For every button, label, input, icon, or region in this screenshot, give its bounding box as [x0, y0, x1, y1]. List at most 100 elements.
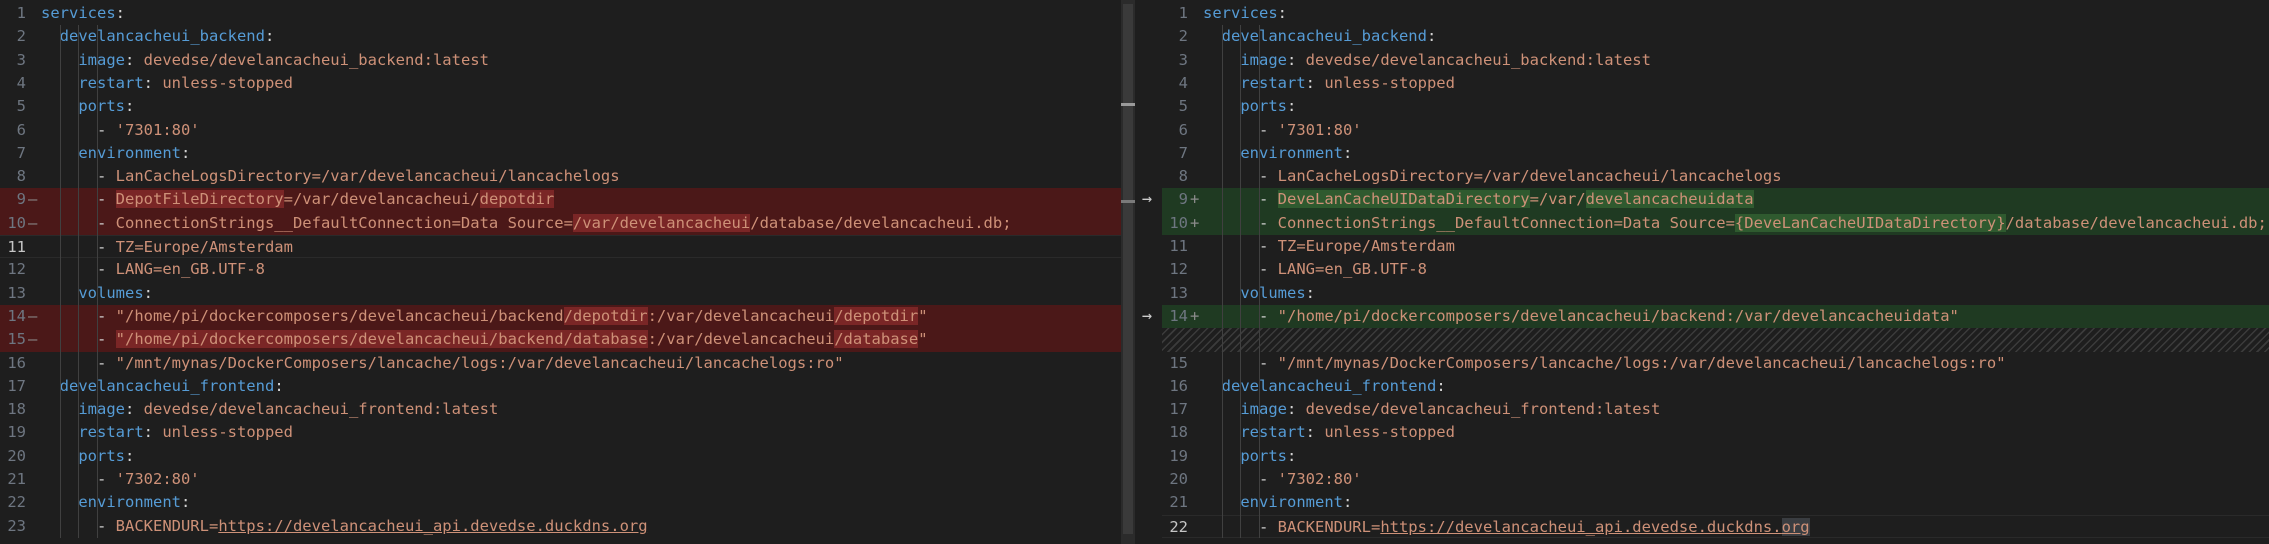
code-token: services — [1203, 4, 1278, 22]
code-text: - "/mnt/mynas/DockerComposers/lancache/l… — [1203, 352, 2006, 375]
code-text: develancacheui_backend: — [1203, 25, 1437, 48]
code-token: : — [264, 27, 275, 46]
code-line[interactable]: 22 - BACKENDURL=https://develancacheui_a… — [1162, 514, 2269, 538]
code-line[interactable]: 7 environment: — [1162, 142, 2269, 165]
line-number: 20 — [1169, 470, 1188, 489]
code-line[interactable]: 21 - '7302:80' — [0, 468, 1121, 491]
code-line[interactable]: 15— - "/home/pi/dockercomposers/develanc… — [0, 328, 1121, 352]
code-line[interactable]: 16 - "/mnt/mynas/DockerComposers/lancach… — [0, 352, 1121, 375]
code-line[interactable]: 8 - LanCacheLogsDirectory=/var/develanca… — [1162, 165, 2269, 188]
diff-placeholder-row[interactable] — [1162, 328, 2269, 352]
code-line[interactable]: 17 develancacheui_frontend: — [0, 375, 1121, 398]
code-token: : — [1305, 283, 1315, 302]
code-line[interactable]: 21 environment: — [1162, 491, 2269, 514]
code-line[interactable]: 10— - ConnectionStrings__DefaultConnecti… — [0, 211, 1121, 236]
code-line[interactable]: 4 restart: unless-stopped — [0, 72, 1121, 95]
code-text: - LanCacheLogsDirectory=/var/develancach… — [41, 165, 620, 188]
code-line[interactable]: 1 services: — [0, 2, 1121, 25]
code-line[interactable]: 8 - LanCacheLogsDirectory=/var/develanca… — [0, 165, 1121, 188]
code-line[interactable]: 14 + - "/home/pi/dockercomposers/develanc… — [1162, 304, 2269, 329]
code-token: develancacheui_backend — [1221, 27, 1427, 46]
code-line[interactable]: 5 ports: — [1162, 95, 2269, 118]
code-line[interactable]: 18 restart: unless-stopped — [1162, 421, 2269, 444]
diff-modified-pane[interactable]: 1 services: 2 develancacheui_backend: 3 ima… — [1162, 0, 2269, 544]
code-token: image — [78, 400, 125, 419]
code-line[interactable]: 6 - '7301:80' — [0, 119, 1121, 142]
vertical-scrollbar-thumb[interactable] — [1123, 4, 1133, 534]
code-token: https://develancacheui_api.devedse.duckd… — [218, 516, 648, 535]
code-text: - ConnectionStrings__DefaultConnection=D… — [1203, 212, 2267, 235]
code-line[interactable]: 9— - DepotFileDirectory=/var/develancach… — [0, 188, 1121, 212]
code-line[interactable]: 14— - "/home/pi/dockercomposers/develanc… — [0, 304, 1121, 329]
code-token: devedse/develancacheui_backend:latest — [143, 50, 489, 69]
code-token: '7302:80' — [1277, 470, 1362, 489]
code-line[interactable]: 12 - LANG=en_GB.UTF-8 — [1162, 258, 2269, 281]
line-number: 11 — [1169, 237, 1188, 256]
code-line[interactable]: 2 develancacheui_backend: — [0, 25, 1121, 48]
diff-original-pane[interactable]: 1 services: 2 develancacheui_backend: 3 ima… — [0, 0, 1121, 544]
line-number: 22 — [1169, 517, 1188, 536]
code-token: : — [125, 50, 144, 69]
code-text: environment: — [1203, 491, 1352, 514]
code-line[interactable]: 11 - TZ=Europe/Amsterdam — [0, 235, 1121, 259]
code-line[interactable]: 11 - TZ=Europe/Amsterdam — [1162, 235, 2269, 258]
code-line[interactable]: 6 - '7301:80' — [1162, 119, 2269, 142]
code-token: ports — [1240, 97, 1287, 116]
line-number: 13 — [1169, 283, 1188, 302]
indent-guide — [97, 25, 99, 538]
code-token: : — [180, 143, 191, 162]
code-line[interactable]: 17 image: devedse/develancacheui_fronten… — [1162, 398, 2269, 421]
revert-change-arrow-icon[interactable]: → — [1135, 305, 1159, 328]
code-line[interactable]: 3 image: devedse/develancacheui_backend:… — [0, 49, 1121, 72]
code-text: - ConnectionStrings__DefaultConnection=D… — [41, 212, 1012, 235]
revert-change-arrow-icon[interactable]: → — [1135, 188, 1159, 211]
code-line[interactable]: 3 image: devedse/develancacheui_backend:… — [1162, 49, 2269, 72]
code-token: image — [1240, 50, 1287, 69]
code-line[interactable]: 2 develancacheui_backend: — [1162, 25, 2269, 48]
code-token: "/mnt/mynas/DockerComposers/lancache/log… — [1277, 353, 2006, 372]
code-line[interactable]: 7 environment: — [0, 142, 1121, 165]
code-token: unless-stopped — [162, 423, 293, 442]
code-line[interactable]: 20 - '7302:80' — [1162, 468, 2269, 491]
code-line[interactable]: 15 - "/mnt/mynas/DockerComposers/lancach… — [1162, 352, 2269, 375]
code-text: - LANG=en_GB.UTF-8 — [41, 258, 265, 281]
line-number: 6 — [16, 120, 26, 139]
code-token: : — [1287, 400, 1306, 419]
line-number: 19 — [1169, 446, 1188, 465]
code-line[interactable]: 20 ports: — [0, 445, 1121, 468]
code-line[interactable]: 19 restart: unless-stopped — [0, 421, 1121, 444]
code-line[interactable]: 19 ports: — [1162, 445, 2269, 468]
code-line[interactable]: 9 + - DeveLanCacheUIDataDirectory=/var/de… — [1162, 188, 2269, 212]
code-token: : — [1342, 143, 1353, 162]
code-line[interactable]: 16 develancacheui_frontend: — [1162, 375, 2269, 398]
line-number: 9 — [1178, 190, 1188, 209]
code-line[interactable]: 13 volumes: — [1162, 282, 2269, 305]
line-number: 2 — [16, 27, 26, 46]
code-token: : — [1287, 50, 1306, 69]
code-line[interactable]: 13 volumes: — [0, 282, 1121, 305]
code-token: : — [180, 493, 191, 512]
code-token: volumes — [1240, 283, 1306, 302]
code-line[interactable]: 23 - BACKENDURL=https://develancacheui_a… — [0, 515, 1121, 538]
code-line[interactable]: 1 services: — [1162, 2, 2269, 25]
code-token: develancacheui_backend — [59, 27, 265, 46]
code-token: {DeveLanCacheUIDataDirectory} — [1734, 213, 2006, 232]
code-line[interactable]: 22 environment: — [0, 491, 1121, 514]
line-number: 20 — [7, 446, 26, 465]
line-number: 22 — [7, 493, 26, 512]
code-token: LanCacheLogsDirectory=/var/develancacheu… — [1277, 167, 1782, 186]
code-line[interactable]: 12 - LANG=en_GB.UTF-8 — [0, 258, 1121, 281]
code-line[interactable]: 10 + - ConnectionStrings__DefaultConnecti… — [1162, 211, 2269, 236]
code-token: LANG=en_GB.UTF-8 — [115, 260, 265, 279]
code-line[interactable]: 4 restart: unless-stopped — [1162, 72, 2269, 95]
code-token: restart — [1240, 73, 1306, 92]
code-token: : — [143, 283, 153, 302]
code-token: ports — [1240, 446, 1287, 465]
line-added-marker: + — [1190, 213, 1200, 232]
line-number: 3 — [16, 50, 26, 69]
code-text: - BACKENDURL=https://develancacheui_api.… — [41, 515, 648, 538]
code-token: : — [1342, 493, 1353, 512]
code-line[interactable]: 18 image: devedse/develancacheui_fronten… — [0, 398, 1121, 421]
line-removed-marker: — — [28, 190, 38, 209]
code-line[interactable]: 5 ports: — [0, 95, 1121, 118]
